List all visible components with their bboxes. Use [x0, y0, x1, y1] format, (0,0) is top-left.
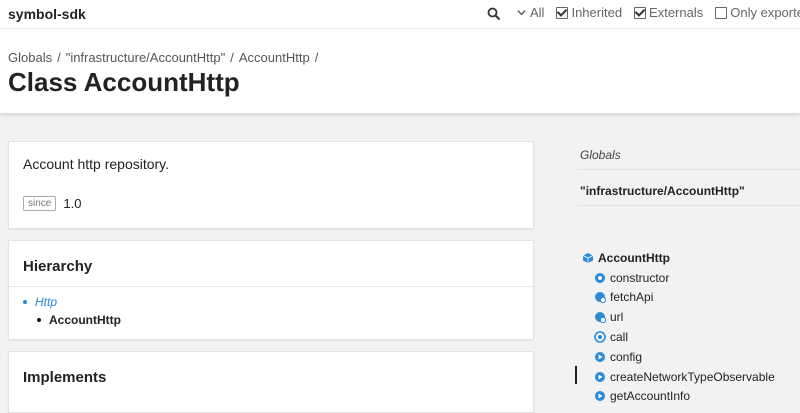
sidebar-member-url[interactable]: url	[582, 307, 775, 327]
sidebar-member-fetchapi[interactable]: fetchApi	[582, 288, 775, 308]
page-header: Globals / "infrastructure/AccountHttp" / Acc…	[0, 29, 800, 113]
breadcrumb-globals[interactable]: Globals	[8, 50, 52, 65]
filter-externals-checkbox[interactable]: Externals	[634, 5, 703, 20]
checkbox-checked-icon	[634, 6, 647, 19]
since-version: 1.0	[63, 196, 82, 211]
sidebar-member-getaccountinfo[interactable]: getAccountInfo	[582, 387, 775, 407]
filter-all-dropdown[interactable]: All	[516, 5, 544, 20]
hierarchy-list: Http AccountHttp	[23, 293, 121, 329]
top-toolbar: symbol-sdk All Inherited Externals Only …	[0, 0, 800, 29]
filter-inherited-checkbox[interactable]: Inherited	[556, 5, 622, 20]
filter-only-exported-checkbox[interactable]: Only exported	[715, 5, 800, 20]
member-name: config	[610, 349, 643, 364]
filter-only-exported-label: Only exported	[730, 5, 800, 20]
member-name: url	[610, 310, 624, 325]
checkbox-checked-icon	[556, 6, 569, 19]
divider	[577, 169, 800, 170]
property-icon	[595, 292, 606, 304]
sidebar-member-createnetworktypeobservable[interactable]: createNetworkTypeObservable	[582, 367, 775, 387]
sidebar-class-name: AccountHttp	[598, 250, 670, 265]
sidebar-member-config[interactable]: config	[582, 347, 775, 367]
description-card: Account http repository. since 1.0	[8, 141, 534, 229]
search-icon[interactable]	[486, 6, 502, 22]
checkbox-unchecked-icon	[715, 6, 728, 19]
breadcrumb: Globals / "infrastructure/AccountHttp" / Acc…	[8, 50, 323, 65]
hierarchy-heading: Hierarchy	[23, 258, 93, 275]
sidebar-class-item[interactable]: AccountHttp	[582, 248, 775, 268]
method-icon	[595, 391, 605, 402]
breadcrumb-separator: /	[314, 50, 319, 65]
member-name: call	[610, 330, 629, 345]
breadcrumb-separator: /	[230, 50, 234, 65]
member-name: getAccountInfo	[610, 389, 691, 404]
class-icon	[582, 252, 594, 263]
hierarchy-parent-item: Http	[23, 293, 121, 311]
sidebar-member-call[interactable]: call	[582, 327, 775, 347]
member-name: createNetworkTypeObservable	[610, 369, 775, 384]
active-item-marker	[575, 366, 577, 384]
constructor-icon	[595, 272, 605, 283]
hierarchy-card: Hierarchy Http AccountHttp	[8, 240, 534, 340]
divider	[9, 286, 533, 287]
chevron-down-icon	[517, 10, 526, 16]
app-title[interactable]: symbol-sdk	[8, 6, 86, 22]
sidebar-module-link[interactable]: "infrastructure/AccountHttp"	[580, 184, 745, 198]
bullet-icon	[23, 300, 27, 304]
member-name: fetchApi	[610, 290, 654, 305]
visibility-filters: All Inherited Externals Only exported	[516, 5, 800, 20]
since-badge: since	[23, 196, 57, 211]
method-icon	[594, 331, 606, 343]
bullet-icon	[37, 318, 41, 322]
class-description: Account http repository.	[23, 156, 170, 172]
hierarchy-current-item: AccountHttp	[23, 311, 121, 329]
implements-heading: Implements	[23, 369, 107, 386]
breadcrumb-separator: /	[57, 50, 61, 65]
breadcrumb-module[interactable]: "infrastructure/AccountHttp"	[66, 50, 226, 65]
since-row: since 1.0	[23, 196, 81, 211]
divider	[577, 205, 800, 206]
hierarchy-current-class: AccountHttp	[49, 313, 121, 327]
sidebar-member-list: AccountHttp constructor fetchApi url cal…	[582, 248, 775, 406]
sidebar-globals-link[interactable]: Globals	[580, 148, 621, 162]
member-name: constructor	[610, 270, 670, 285]
property-icon	[595, 312, 606, 324]
filter-externals-label: Externals	[649, 5, 704, 20]
filter-inherited-label: Inherited	[571, 5, 623, 20]
sidebar-member-constructor[interactable]: constructor	[582, 268, 775, 288]
filter-all-label: All	[530, 5, 545, 20]
method-icon	[595, 371, 605, 382]
breadcrumb-class[interactable]: AccountHttp	[239, 50, 310, 65]
page-title: Class AccountHttp	[8, 67, 240, 97]
hierarchy-parent-link[interactable]: Http	[35, 295, 57, 309]
method-icon	[595, 351, 605, 362]
